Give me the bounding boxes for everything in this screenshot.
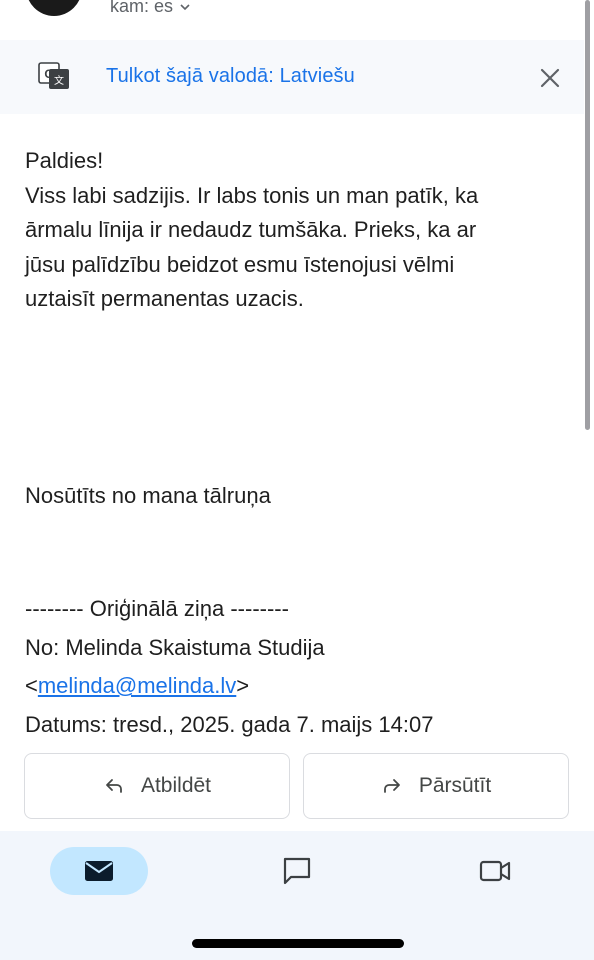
reply-button[interactable]: Atbildēt: [24, 753, 290, 819]
nav-mail[interactable]: [50, 847, 148, 895]
message-body: Paldies! Viss labi sadzijis. Ir labs ton…: [25, 144, 570, 317]
svg-text:文: 文: [54, 74, 64, 87]
original-message-block: -------- Oriģinālā ziņa -------- No: Mel…: [25, 590, 570, 744]
recipient-label: kam: es: [110, 0, 174, 16]
reply-icon: [106, 779, 122, 793]
chevron-down-icon: [180, 3, 190, 10]
date-line: Datums: tresd., 2025. gada 7. maijs 14:0…: [25, 711, 434, 737]
sender-email-link[interactable]: melinda@melinda.lv: [38, 673, 236, 698]
forward-label: Pārsūtīt: [418, 774, 492, 797]
forward-icon: [383, 779, 400, 793]
bottom-navigation: [0, 831, 594, 960]
translate-icon: G 文: [38, 62, 69, 89]
from-line: No: Melinda Skaistuma Studija: [25, 634, 325, 660]
email-line: <melinda@melinda.lv>: [25, 667, 570, 706]
scrollbar[interactable]: [585, 0, 590, 430]
bracket-open: <: [25, 673, 38, 698]
recipient-toggle[interactable]: kam: es: [110, 0, 191, 17]
sender-avatar[interactable]: [26, 0, 82, 16]
translate-prompt[interactable]: Tulkot šajā valodā: Latviešu: [106, 65, 355, 88]
nav-chat[interactable]: [248, 847, 346, 895]
original-message-header: -------- Oriģinālā ziņa --------: [25, 596, 289, 621]
message-line: jūsu palīdzību beidzot esmu īstenojusi v…: [25, 251, 455, 277]
bracket-close: >: [236, 673, 250, 698]
reply-label: Atbildēt: [140, 774, 212, 797]
translate-bar: G 文 Tulkot šajā valodā: Latviešu: [0, 40, 584, 114]
message-line: Paldies!: [25, 148, 104, 173]
signature: Nosūtīts no mana tālruņa: [25, 483, 271, 508]
chat-icon: [283, 857, 311, 885]
sender-header: kam: es: [0, 0, 594, 40]
message-line: uztaisīt permanentas uzacis.: [25, 286, 304, 311]
close-icon: [540, 68, 560, 88]
nav-meet[interactable]: [446, 847, 544, 895]
home-indicator[interactable]: [192, 939, 404, 948]
video-icon: [479, 860, 511, 882]
forward-button[interactable]: Pārsūtīt: [303, 753, 569, 819]
mail-icon: [85, 861, 113, 881]
svg-text:G: G: [44, 67, 53, 81]
message-line: Viss labi sadzijis. Ir labs tonis un man…: [25, 182, 479, 208]
message-line: ārmalu līnija ir nedaudz tumšāka. Prieks…: [25, 217, 477, 242]
close-translate-button[interactable]: [534, 62, 566, 94]
